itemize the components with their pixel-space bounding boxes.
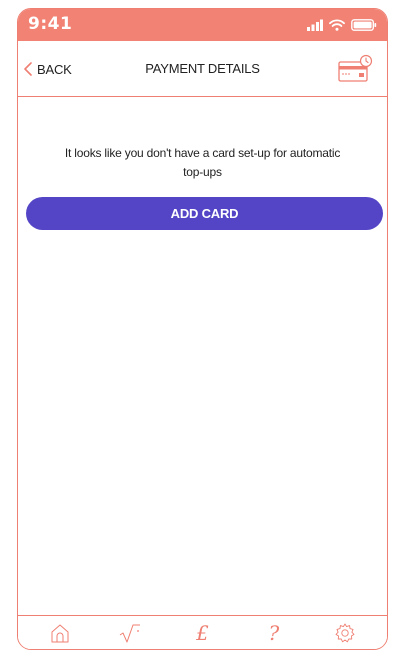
tab-calculator[interactable] [116, 620, 146, 646]
signal-icon [307, 19, 323, 31]
credit-card-settings-icon [338, 54, 373, 82]
wifi-icon [329, 19, 345, 31]
tab-settings[interactable] [330, 620, 360, 646]
pound-icon: £ [196, 620, 209, 645]
home-icon [51, 624, 69, 642]
no-card-message: It looks like you don't have a card set-… [64, 146, 341, 179]
tab-home[interactable] [45, 620, 75, 646]
gear-icon [335, 623, 355, 642]
credit-card-settings-button[interactable] [337, 54, 373, 84]
battery-icon [351, 19, 377, 31]
tab-bar: £ ? [18, 615, 387, 649]
square-root-icon [119, 624, 141, 642]
tab-help[interactable]: ? [259, 620, 289, 646]
tab-payments[interactable]: £ [187, 620, 217, 646]
navigation-header: BACK PAYMENT DETAILS [18, 41, 387, 97]
add-card-button[interactable]: ADD CARD [26, 197, 383, 230]
page-title: PAYMENT DETAILS [145, 61, 260, 76]
status-icons [307, 17, 377, 33]
status-time: 9:41 [28, 14, 73, 34]
phone-frame: 9:41 BACK PAYMENT DETAILS It looks like … [17, 8, 388, 650]
status-bar: 9:41 [18, 9, 387, 41]
question-icon: ? [268, 620, 280, 645]
